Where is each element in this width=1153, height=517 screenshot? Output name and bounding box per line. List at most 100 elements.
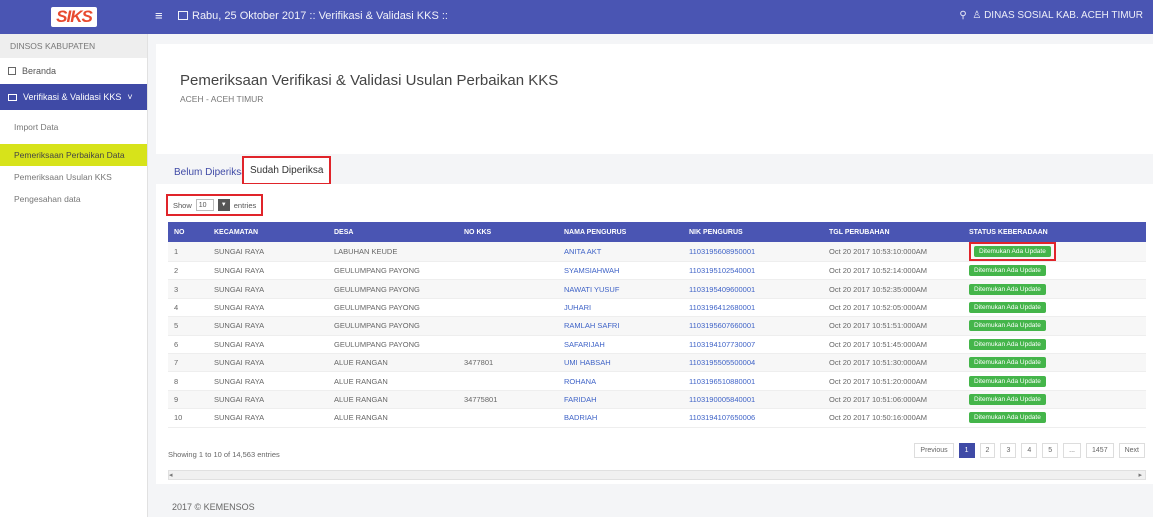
pagination-page[interactable]: 1457 — [1086, 443, 1114, 458]
table-cell: Oct 20 2017 10:52:05:000AM — [823, 298, 963, 318]
horizontal-scrollbar[interactable]: ◂ ▸ — [168, 470, 1146, 480]
table-cell[interactable]: SYAMSIAHWAH — [558, 261, 683, 281]
chevron-down-icon[interactable]: ▼ — [217, 199, 230, 211]
table-cell[interactable]: 1103194107650006 — [683, 408, 823, 428]
column-header-kecamatan[interactable]: KECAMATAN — [208, 222, 328, 242]
scroll-left-icon[interactable]: ◂ — [169, 472, 173, 479]
table-cell[interactable]: RAMLAH SAFRI — [558, 316, 683, 336]
sidebar-heading: DINSOS KABUPATEN — [0, 34, 147, 58]
table-cell[interactable]: 1103190005840001 — [683, 390, 823, 410]
table-cell: SUNGAI RAYA — [208, 408, 328, 428]
table-cell — [458, 242, 558, 262]
folder-icon — [8, 93, 17, 101]
search-icon[interactable]: ⚲ — [959, 10, 966, 21]
show-label: Show — [173, 200, 192, 210]
table-row: 1 SUNGAI RAYA LABUHAN KEUDE ANITA AKT 110319… — [168, 242, 1146, 262]
column-header-tgl-perubahan[interactable]: TGL PERUBAHAN — [823, 222, 963, 242]
table-cell[interactable]: 1103195505500004 — [683, 353, 823, 373]
scroll-right-icon[interactable]: ▸ — [1138, 471, 1142, 479]
pagination-page[interactable]: 1 — [958, 443, 975, 458]
entries-length-control: Show 10 ▼ entries — [166, 194, 264, 216]
table-cell[interactable]: SAFARIJAH — [558, 335, 683, 354]
sidebar-subitem-pemeriksaan-usulan[interactable]: Pemeriksaan Usulan KKS — [0, 166, 147, 188]
table-cell: GEULUMPANG PAYONG — [328, 335, 458, 354]
table-cell: 6 — [168, 335, 208, 354]
status-badge-wrap: Ditemukan Ada Update — [969, 393, 1046, 405]
table-cell[interactable]: FARIDAH — [558, 390, 683, 410]
table-cell: SUNGAI RAYA — [208, 298, 328, 318]
status-badge[interactable]: Ditemukan Ada Update — [969, 265, 1046, 277]
menu-toggle-icon[interactable]: ≡ — [155, 8, 163, 23]
status-badge[interactable]: Ditemukan Ada Update — [969, 393, 1046, 405]
status-badge[interactable]: Ditemukan Ada Update — [969, 338, 1046, 350]
table-cell: Ditemukan Ada Update — [963, 335, 1146, 354]
status-badge[interactable]: Ditemukan Ada Update — [969, 301, 1046, 313]
table-cell — [458, 335, 558, 354]
status-badge-wrap: Ditemukan Ada Update — [969, 242, 1056, 261]
status-badge[interactable]: Ditemukan Ada Update — [969, 412, 1046, 424]
sidebar-item-verifikasi[interactable]: Verifikasi & Validasi KKS ˅ — [0, 84, 147, 110]
tab-sudah-diperiksa[interactable]: Sudah Diperiksa — [242, 156, 332, 185]
status-badge[interactable]: Ditemukan Ada Update — [969, 375, 1046, 387]
column-header-status-keberadaan[interactable]: STATUS KEBERADAAN — [963, 222, 1146, 242]
table-cell[interactable]: ANITA AKT — [558, 242, 683, 262]
sidebar-subitem-import[interactable]: Import Data — [0, 116, 147, 138]
column-header-nik-pengurus[interactable]: NIK PENGURUS — [683, 222, 823, 242]
table-cell[interactable]: NAWATI YUSUF — [558, 279, 683, 299]
status-badge[interactable]: Ditemukan Ada Update — [974, 246, 1051, 257]
pagination-next[interactable]: Next — [1118, 443, 1145, 458]
pagination-previous[interactable]: Previous — [914, 443, 954, 458]
table-row: 10 SUNGAI RAYA ALUE RANGAN BADRIAH 110319410… — [168, 408, 1146, 428]
table-cell: Ditemukan Ada Update — [963, 371, 1146, 391]
table-cell — [458, 261, 558, 281]
home-icon — [8, 67, 16, 75]
table-cell: 3 — [168, 279, 208, 299]
table-cell[interactable]: BADRIAH — [558, 408, 683, 428]
table-cell: Ditemukan Ada Update — [963, 279, 1146, 299]
status-badge-wrap: Ditemukan Ada Update — [969, 338, 1046, 350]
logo-area[interactable]: SIKS — [0, 0, 148, 34]
sidebar: DINSOS KABUPATEN Beranda Verifikasi & Va… — [0, 34, 148, 517]
sidebar-subitem-pengesahan[interactable]: Pengesahan data — [0, 188, 147, 210]
user-name[interactable]: DINAS SOSIAL KAB. ACEH TIMUR — [984, 10, 1143, 21]
table-cell[interactable]: 1103195608950001 — [683, 242, 823, 262]
user-icon: ♙ — [972, 10, 982, 21]
page-title: Pemeriksaan Verifikasi & Validasi Usulan… — [180, 72, 559, 89]
status-badge[interactable]: Ditemukan Ada Update — [969, 357, 1046, 369]
table-cell: 34775801 — [458, 390, 558, 410]
entries-select[interactable]: 10 — [195, 199, 214, 211]
table-cell: SUNGAI RAYA — [208, 261, 328, 281]
pagination-page[interactable]: 2 — [979, 443, 996, 458]
column-header-no[interactable]: NO — [168, 222, 208, 242]
column-header-no-kks[interactable]: NO KKS — [458, 222, 558, 242]
sidebar-subitem-pemeriksaan-perbaikan[interactable]: Pemeriksaan Perbaikan Data — [0, 144, 147, 166]
table-cell[interactable]: 1103196510880001 — [683, 371, 823, 391]
pagination-page[interactable]: 5 — [1042, 443, 1059, 458]
table-cell: Oct 20 2017 10:51:20:000AM — [823, 371, 963, 391]
sidebar-item-beranda[interactable]: Beranda — [0, 58, 147, 84]
table-cell[interactable]: 1103196412680001 — [683, 298, 823, 318]
user-area[interactable]: ⚲ ♙ DINAS SOSIAL KAB. ACEH TIMUR — [959, 10, 1143, 21]
table-cell[interactable]: 1103195409600001 — [683, 279, 823, 299]
column-header-nama-pengurus[interactable]: NAMA PENGURUS — [558, 222, 683, 242]
table-cell: Oct 20 2017 10:51:51:000AM — [823, 316, 963, 336]
pagination-page[interactable]: 3 — [1000, 443, 1017, 458]
status-badge[interactable]: Ditemukan Ada Update — [969, 320, 1046, 332]
pagination-ellipsis: ... — [1063, 443, 1082, 458]
table-cell[interactable]: 1103195607660001 — [683, 316, 823, 336]
pagination: Previous 1 2 3 4 5 ... 1457 Next — [914, 443, 1145, 458]
table-cell[interactable]: 1103195102540001 — [683, 261, 823, 281]
table-cell: 5 — [168, 316, 208, 336]
column-header-desa[interactable]: DESA — [328, 222, 458, 242]
table-cell: LABUHAN KEUDE — [328, 242, 458, 262]
status-badge[interactable]: Ditemukan Ada Update — [969, 283, 1046, 295]
pagination-page[interactable]: 4 — [1021, 443, 1038, 458]
app-logo: SIKS — [51, 7, 97, 27]
table-cell[interactable]: 1103194107730007 — [683, 335, 823, 354]
table-cell: Ditemukan Ada Update — [963, 390, 1146, 410]
table-cell[interactable]: UMI HABSAH — [558, 353, 683, 373]
table-cell[interactable]: JUHARI — [558, 298, 683, 318]
table-row: 7 SUNGAI RAYA ALUE RANGAN 3477801 UMI HABSAH… — [168, 353, 1146, 373]
table-cell[interactable]: ROHANA — [558, 371, 683, 391]
table-cell — [458, 279, 558, 299]
